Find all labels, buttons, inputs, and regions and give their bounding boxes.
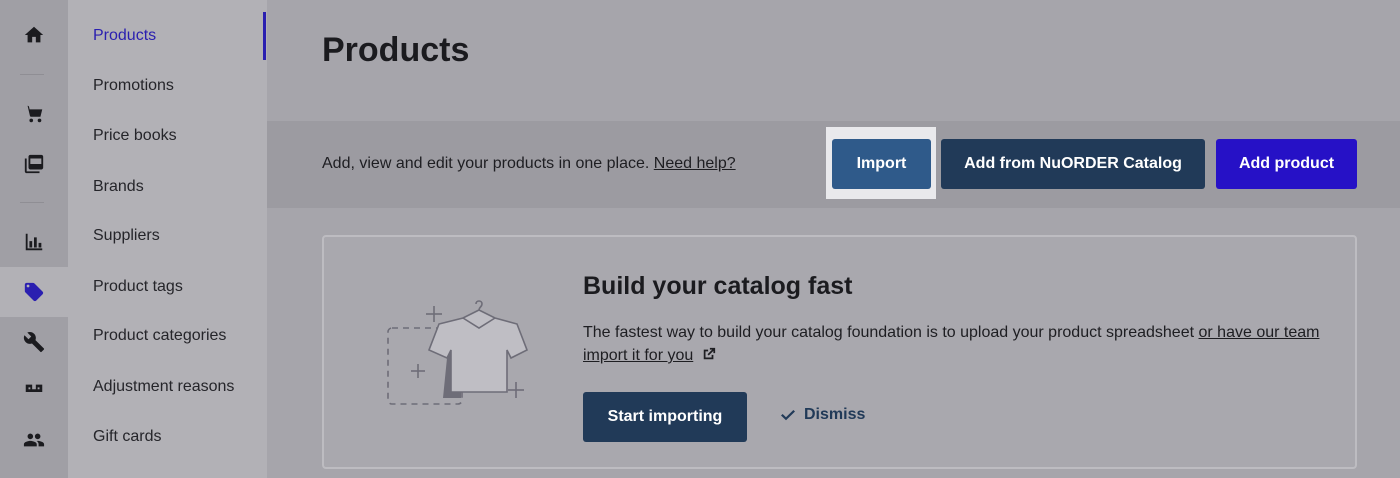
subnav-item-price-books[interactable]: Price books: [93, 126, 177, 146]
add-from-catalog-button[interactable]: Add from NuORDER Catalog: [941, 139, 1205, 189]
import-button[interactable]: Import: [832, 139, 931, 189]
rail-home[interactable]: [0, 10, 68, 60]
add-product-button[interactable]: Add product: [1216, 139, 1357, 189]
rail-sell[interactable]: [0, 89, 68, 139]
toolbar-description-text: Add, view and edit your products in one …: [322, 155, 650, 172]
catalog-icon: [24, 154, 44, 174]
toolbar-description: Add, view and edit your products in one …: [322, 154, 736, 174]
subnav-item-adjustment-reasons[interactable]: Adjustment reasons: [93, 377, 234, 397]
page-title: Products: [322, 31, 470, 69]
users-icon: [23, 433, 45, 447]
card-description: The fastest way to build your catalog fo…: [583, 321, 1323, 367]
rail-divider: [20, 74, 44, 75]
subnav-item-gift-cards[interactable]: Gift cards: [93, 427, 161, 447]
inventory-icon: [25, 384, 43, 400]
analytics-icon: [25, 233, 43, 251]
active-indicator: [263, 12, 266, 60]
rail-divider: [20, 202, 44, 203]
catalog-onboarding-card: Build your catalog fast The fastest way …: [322, 235, 1357, 469]
products-subnav: Products Promotions Price books Brands S…: [68, 0, 267, 478]
rail-products[interactable]: [0, 267, 68, 317]
tag-icon: [24, 282, 44, 302]
products-toolbar: Add, view and edit your products in one …: [267, 121, 1400, 208]
home-icon: [24, 26, 44, 43]
subnav-item-product-tags[interactable]: Product tags: [93, 277, 183, 297]
rail-inventory[interactable]: [0, 367, 68, 417]
cart-icon: [24, 105, 43, 123]
checkmark-icon: [781, 410, 795, 421]
need-help-link[interactable]: Need help?: [654, 155, 736, 172]
dismiss-button[interactable]: Dismiss: [780, 405, 865, 425]
subnav-item-products[interactable]: Products: [93, 26, 156, 46]
subnav-item-promotions[interactable]: Promotions: [93, 76, 174, 96]
subnav-item-brands[interactable]: Brands: [93, 177, 144, 197]
wrench-icon: [23, 332, 45, 353]
card-description-text: The fastest way to build your catalog fo…: [583, 324, 1195, 341]
rail-reporting[interactable]: [0, 217, 68, 267]
subnav-item-suppliers[interactable]: Suppliers: [93, 226, 160, 246]
card-title: Build your catalog fast: [583, 272, 853, 300]
rail-setup[interactable]: [0, 317, 68, 367]
start-importing-button[interactable]: Start importing: [583, 392, 747, 442]
dismiss-label: Dismiss: [804, 406, 866, 423]
shirt-illustration-icon: [387, 300, 529, 405]
rail-customers[interactable]: [0, 415, 68, 465]
main-content: Products Add, view and edit your product…: [267, 0, 1400, 478]
rail-catalog[interactable]: [0, 139, 68, 189]
external-link-icon: [703, 347, 715, 360]
subnav-item-product-categories[interactable]: Product categories: [93, 326, 226, 346]
icon-rail: [0, 0, 68, 478]
